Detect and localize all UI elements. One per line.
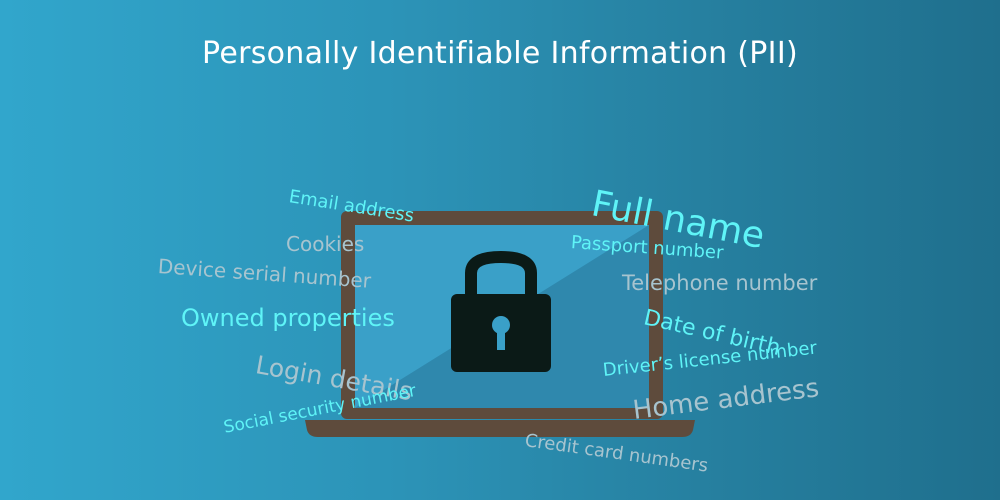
laptop-illustration (305, 211, 695, 437)
term-telephone-number: Telephone number (622, 271, 818, 295)
term-owned-properties: Owned properties (181, 304, 395, 332)
term-cookies: Cookies (286, 232, 365, 256)
